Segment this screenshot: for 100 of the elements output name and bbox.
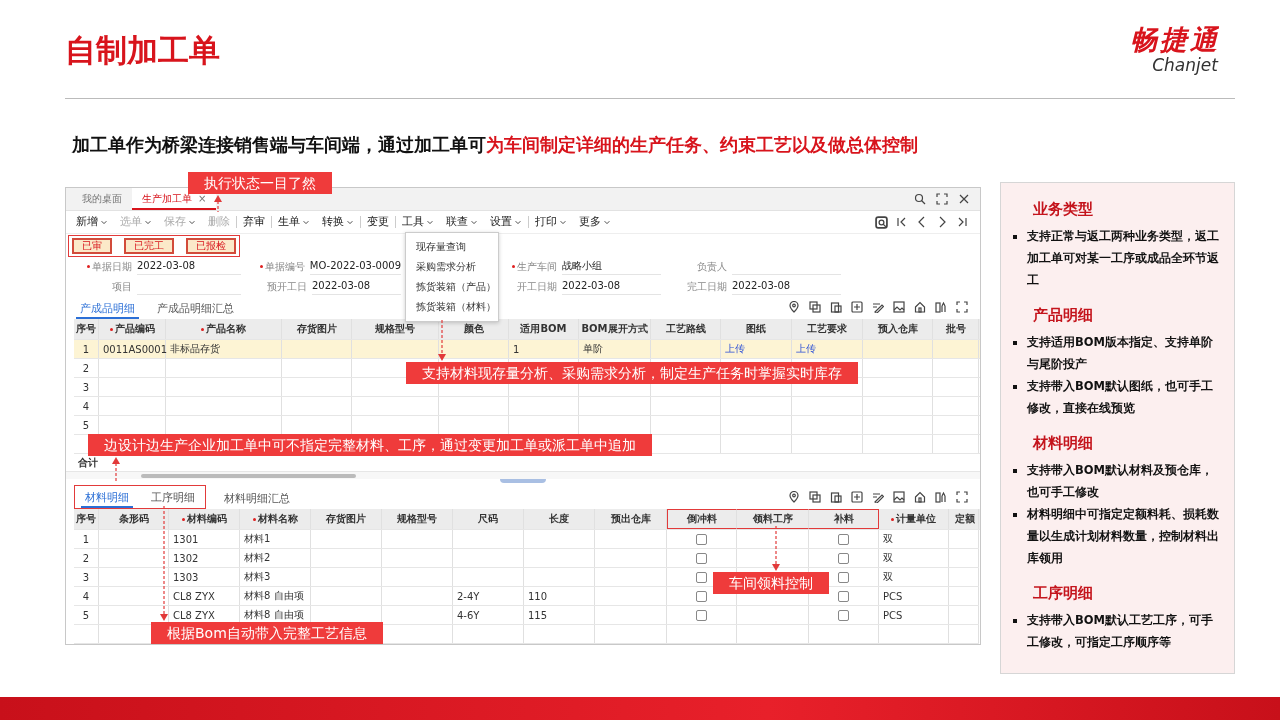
insert-row-icon[interactable]: [851, 491, 863, 503]
toolbar-button[interactable]: 联查: [440, 215, 484, 230]
fullscreen-icon[interactable]: [956, 491, 968, 503]
pen-icon[interactable]: [872, 301, 884, 314]
checkbox[interactable]: [696, 590, 707, 602]
home-icon[interactable]: [914, 301, 926, 314]
checkbox[interactable]: [696, 552, 707, 564]
image-icon[interactable]: [893, 301, 905, 314]
close-icon[interactable]: [958, 193, 970, 205]
checkbox[interactable]: [838, 552, 849, 564]
detail-tab[interactable]: 产成品明细汇总: [153, 299, 238, 320]
insert-row-icon[interactable]: [851, 301, 863, 314]
table-cell: 材料3: [244, 570, 271, 584]
copy-icon[interactable]: [809, 301, 821, 314]
columns-icon[interactable]: [935, 491, 947, 503]
detail-tab[interactable]: 工序明细: [147, 488, 199, 508]
fullscreen-icon[interactable]: [956, 301, 968, 314]
paste-icon[interactable]: [830, 491, 842, 503]
column-header: 尺码: [453, 509, 524, 529]
feature-text: 支持正常与返工两种业务类型，返工加工单可对某一工序或成品全环节返工: [1027, 228, 1220, 289]
splitter-handle[interactable]: [500, 479, 546, 484]
checkbox[interactable]: [696, 571, 707, 583]
dashed-arrow: [772, 526, 780, 571]
upload-link[interactable]: 上传: [725, 342, 745, 357]
table-cell: 1: [82, 533, 90, 545]
chevron-down-icon[interactable]: [302, 218, 310, 227]
input-field[interactable]: 2022-03-08: [312, 278, 401, 296]
chevron-down-icon[interactable]: [346, 218, 354, 227]
table-cell: 2: [82, 552, 90, 564]
toolbar-button[interactable]: 设置: [484, 215, 528, 230]
column-header: 序号: [74, 319, 99, 340]
checkbox[interactable]: [696, 533, 707, 545]
bullet-icon: [1013, 341, 1017, 345]
detail-tab[interactable]: 材料明细汇总: [220, 489, 294, 509]
chevron-down-icon[interactable]: [470, 218, 478, 227]
column-header: 产品名称: [166, 319, 282, 340]
toolbar-button[interactable]: 更多: [573, 215, 617, 230]
toolbar-button[interactable]: 转换: [316, 215, 360, 230]
field-label: 预开工日: [266, 279, 307, 294]
input-field[interactable]: MO-2022-03-0009: [309, 258, 401, 276]
scrollbar-thumb[interactable]: [141, 473, 356, 478]
input-field[interactable]: 战略小组: [562, 258, 661, 276]
search-icon[interactable]: [914, 193, 926, 205]
image-icon[interactable]: [893, 491, 905, 503]
field-label: 负责人: [696, 259, 727, 274]
checkbox[interactable]: [696, 609, 707, 621]
first-page-icon[interactable]: [896, 216, 908, 229]
chevron-down-icon[interactable]: [426, 218, 434, 227]
paste-icon[interactable]: [830, 301, 842, 314]
table-cell: 110: [528, 590, 548, 602]
last-page-icon[interactable]: [956, 216, 968, 229]
toolbar-button[interactable]: 工具: [396, 215, 440, 230]
menu-item[interactable]: 拣货装箱（材料）: [406, 297, 498, 317]
column-header: 工艺要求: [792, 319, 863, 340]
column-header: 适用BOM: [509, 319, 579, 340]
chevron-down-icon[interactable]: [514, 218, 522, 227]
feature-text: 支持适用BOM版本指定、支持单阶与尾阶投产: [1027, 334, 1214, 373]
column-header: BOM展开方式: [579, 319, 651, 340]
toolbar-button[interactable]: 生单: [272, 215, 316, 230]
chevron-down-icon[interactable]: [603, 218, 611, 227]
input-field[interactable]: 2022-03-08: [562, 278, 661, 296]
bullet-icon: [1013, 619, 1017, 623]
table-cell: 2-4Y: [457, 590, 480, 602]
field-label: 项目: [111, 279, 132, 294]
home-icon[interactable]: [914, 491, 926, 503]
upload-link[interactable]: 上传: [796, 342, 816, 357]
table-cell: 1: [513, 343, 520, 355]
pen-icon[interactable]: [872, 491, 884, 503]
menu-item[interactable]: 拣货装箱（产品）: [406, 277, 498, 297]
input-field[interactable]: 2022-03-08: [137, 258, 241, 276]
table-cell: 双: [883, 551, 893, 565]
toolbar-button[interactable]: 打印: [529, 215, 573, 230]
table-row[interactable]: 1 0011AS0001 非标品存货 1 单阶 上传 上传: [74, 340, 980, 360]
table-cell: CL8 ZYX: [173, 609, 215, 621]
checkbox[interactable]: [838, 609, 849, 621]
toolbar-button[interactable]: 新增: [70, 215, 114, 230]
window-tab[interactable]: 我的桌面: [72, 188, 132, 210]
column-header: 图纸: [721, 319, 792, 340]
columns-icon[interactable]: [935, 301, 947, 314]
fullscreen-icon[interactable]: [936, 193, 948, 205]
checkbox[interactable]: [838, 571, 849, 583]
menu-item[interactable]: 现存量查询: [406, 237, 498, 257]
table-cell: 5: [82, 419, 90, 431]
column-header: 序号: [74, 509, 99, 529]
status-tag: 已报检: [186, 237, 236, 254]
status-tag: 已审: [72, 237, 112, 254]
feature-text: 支持带入BOM默认图纸，也可手工修改，直接在线预览: [1027, 378, 1214, 417]
toolbar-button[interactable]: 变更: [361, 215, 395, 230]
checkbox[interactable]: [838, 533, 849, 545]
chevron-down-icon[interactable]: [100, 218, 108, 227]
toolbar-button[interactable]: 弃审: [237, 215, 271, 230]
chevron-down-icon[interactable]: [559, 218, 567, 227]
location-pin-icon[interactable]: [788, 301, 800, 314]
field-label: 生产车间: [501, 259, 557, 274]
menu-item[interactable]: 采购需求分析: [406, 257, 498, 277]
input-field[interactable]: 2022-03-08: [732, 278, 841, 296]
location-pin-icon[interactable]: [788, 491, 800, 503]
preview-icon[interactable]: [875, 215, 888, 229]
checkbox[interactable]: [838, 590, 849, 602]
copy-icon[interactable]: [809, 491, 821, 503]
